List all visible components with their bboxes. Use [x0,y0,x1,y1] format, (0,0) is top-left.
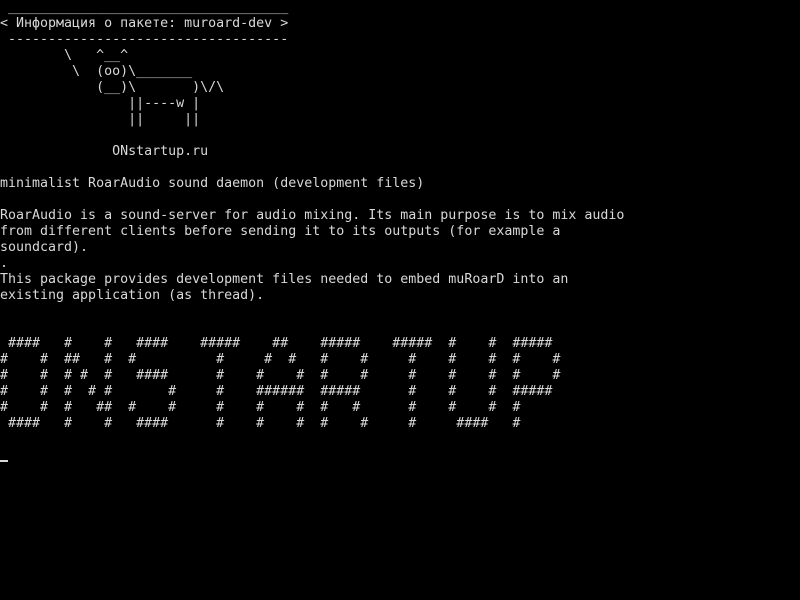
ascii-banner-line: # # # # # #### # # # # # # # # # # [0,368,561,383]
cowsay-border-top: ___________________________________ [0,0,289,15]
cowsay-signature: ONstartup.ru [0,144,209,159]
package-description-line: from different clients before sending it… [0,224,561,239]
cow-art-line: || || [0,112,201,127]
cow-art-line: ||----w | [0,96,201,111]
package-description-line: RoarAudio is a sound-server for audio mi… [0,208,625,223]
package-description-line: existing application (as thread). [0,288,265,303]
ascii-banner-line: # # ## # # # # # # # # # # # # [0,352,561,367]
terminal-screen: ___________________________________ < Ин… [0,0,800,600]
ascii-banner-line: # # # ## # # # # # # # # # # # [0,400,521,415]
cow-art-line: (__)\ )\/\ [0,80,225,95]
cow-art-line: \ ^__^ [0,48,129,63]
package-description-line: soundcard). [0,240,89,255]
cow-art-line: \ (oo)\_______ [0,64,193,79]
cowsay-border-bottom: ----------------------------------- [0,32,289,47]
package-description-line: This package provides development files … [0,272,569,287]
package-summary: minimalist RoarAudio sound daemon (devel… [0,176,425,191]
package-description-line: . [0,256,9,271]
ascii-banner-line: #### # # #### ##### ## ##### ##### # # #… [0,336,553,351]
ascii-banner-line: # # # # # # # ###### ##### # # # ##### [0,384,553,399]
ascii-banner-line: #### # # #### # # # # # # #### # [0,416,521,431]
text-cursor[interactable] [0,460,8,462]
cowsay-message: < Информация о пакете: muroard-dev > [0,16,289,31]
